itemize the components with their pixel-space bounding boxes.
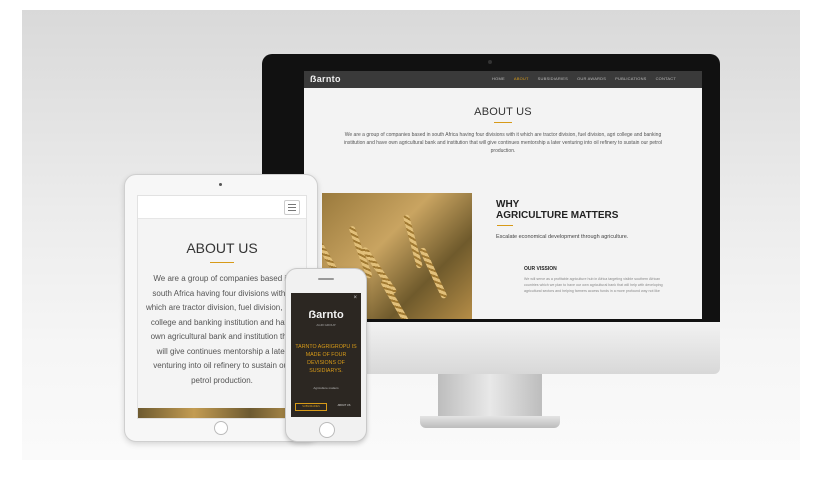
desktop-logo[interactable]: ẞarnto xyxy=(310,74,341,84)
nav-publications[interactable]: PUBLICATIONS xyxy=(615,76,646,81)
why-line-1: WHY xyxy=(496,199,520,210)
monitor-foot xyxy=(420,416,560,428)
desktop-menu: HOME ABOUT SUBSIDIARIES OUR AWARDS PUBLI… xyxy=(492,76,676,81)
about-us-button[interactable]: ABOUT US xyxy=(333,403,355,409)
desktop-about-text: We are a group of companies based in sou… xyxy=(344,132,662,154)
phone-speaker xyxy=(318,278,334,280)
hamburger-menu-icon[interactable] xyxy=(284,200,300,215)
subsidiaries-button[interactable]: SUBSIDIARIES xyxy=(295,403,327,411)
tablet-wheat-image xyxy=(138,408,306,418)
desktop-about-title: ABOUT US xyxy=(474,106,532,118)
tablet-about-title: ABOUT US xyxy=(186,240,258,256)
escalate-text: Escalate economical development through … xyxy=(496,234,629,240)
nav-contact[interactable]: CONTACT xyxy=(656,76,676,81)
phone-home-button xyxy=(319,422,335,438)
why-divider xyxy=(497,225,513,226)
monitor-stand xyxy=(438,374,542,418)
tablet-camera-icon xyxy=(219,183,222,186)
title-divider xyxy=(494,122,512,123)
vision-text: We will serve as a profitable agricultur… xyxy=(524,277,663,293)
desktop-navbar: ẞarnto HOME ABOUT SUBSIDIARIES OUR AWARD… xyxy=(304,71,702,88)
close-icon[interactable]: × xyxy=(353,295,357,301)
tablet-header xyxy=(138,196,306,219)
tablet-home-button xyxy=(214,421,228,435)
why-heading: WHY AGRICULTURE MATTERS xyxy=(496,199,646,221)
nav-our-awards[interactable]: OUR AWARDS xyxy=(577,76,606,81)
vision-title: OUR VISSION xyxy=(524,266,557,272)
tablet-title-divider xyxy=(210,262,234,263)
phone-logo-sub: agri group xyxy=(316,323,336,327)
tablet-screen: ABOUT US We are a group of companies bas… xyxy=(137,195,307,419)
phone-headline: TARNTO AGRIGROPU IS MADE OF FOUR DEVISIO… xyxy=(295,344,357,374)
nav-subsidiaries[interactable]: SUBSIDIARIES xyxy=(538,76,568,81)
nav-home[interactable]: HOME xyxy=(492,76,505,81)
phone-device: × ẞarnto agri group TARNTO AGRIGROPU IS … xyxy=(285,268,367,442)
phone-tagline: Agriculture matters xyxy=(313,386,339,390)
phone-logo[interactable]: ẞarnto xyxy=(291,309,361,321)
webcam-icon xyxy=(488,60,492,64)
why-line-2: AGRICULTURE MATTERS xyxy=(496,210,619,221)
tablet-about-text: We are a group of companies based in sou… xyxy=(145,274,299,385)
nav-about[interactable]: ABOUT xyxy=(514,76,529,81)
phone-screen: × ẞarnto agri group TARNTO AGRIGROPU IS … xyxy=(291,293,361,417)
